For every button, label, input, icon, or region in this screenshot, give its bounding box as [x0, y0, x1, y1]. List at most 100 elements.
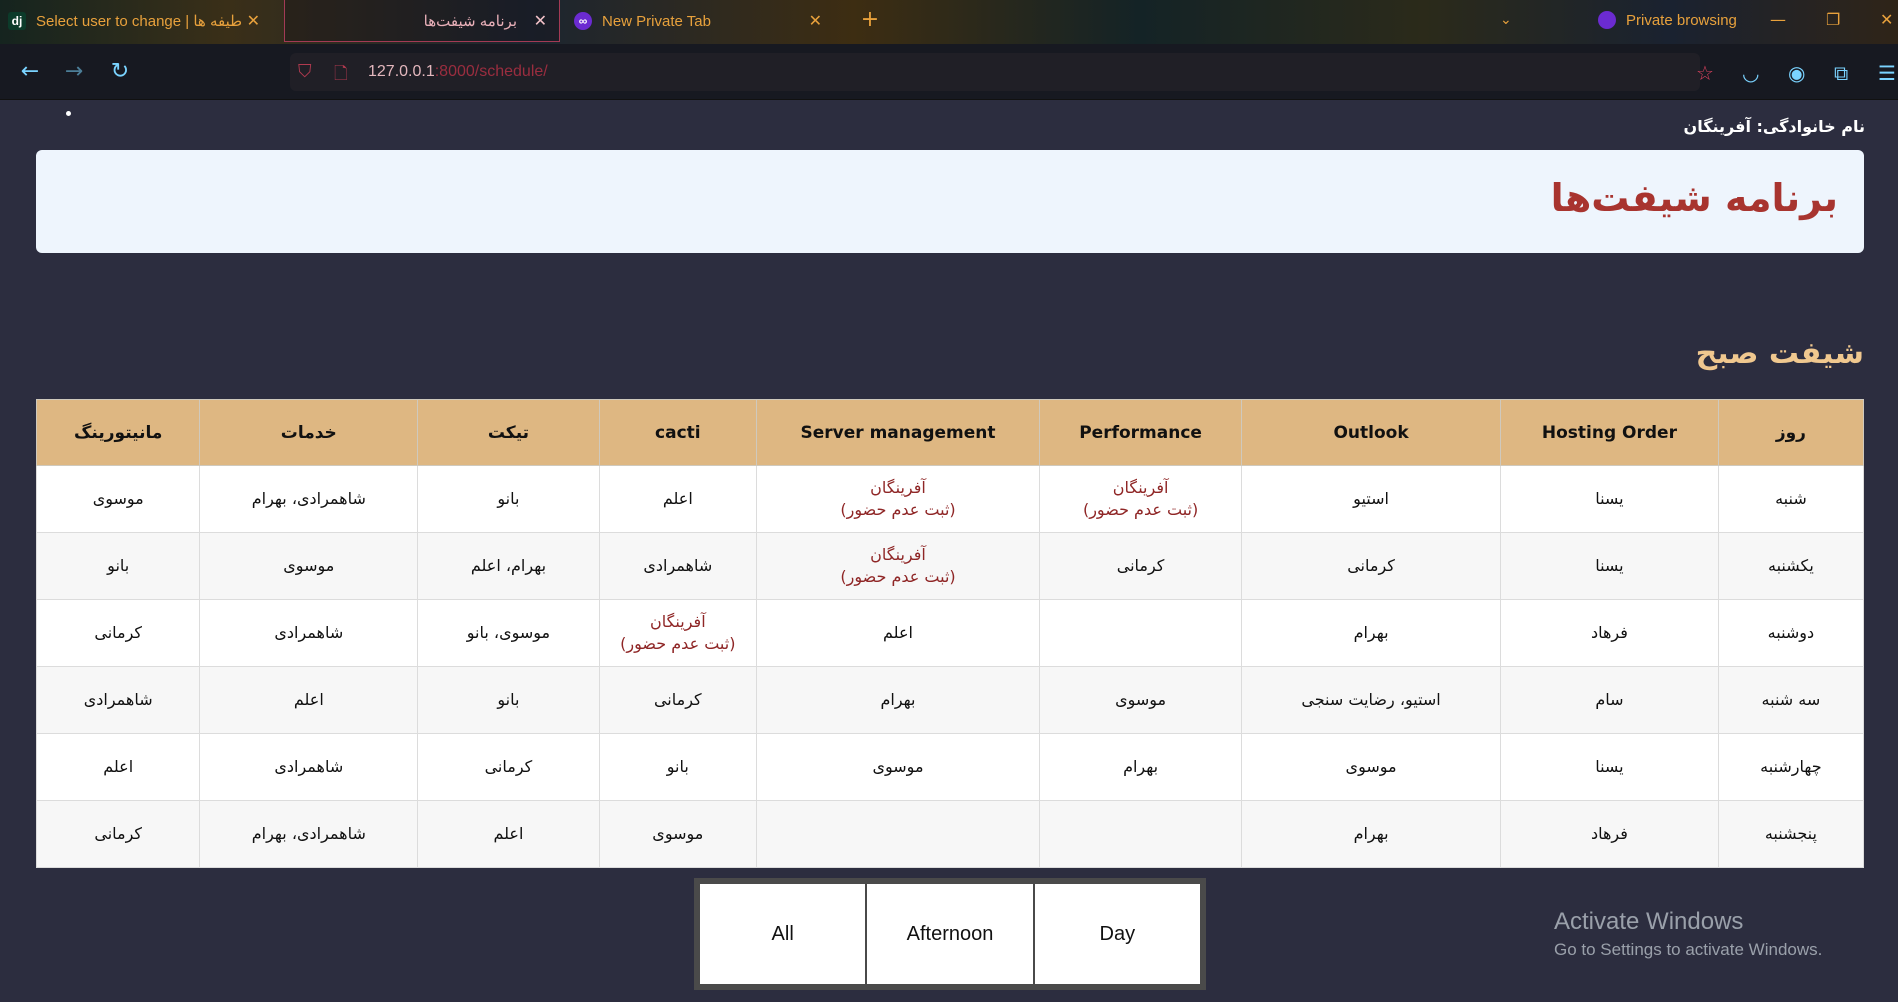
filter-afternoon-button[interactable]: Afternoon — [867, 884, 1033, 984]
table-cell: فرهاد — [1500, 599, 1719, 667]
cell-name: موسوی، بانو — [466, 623, 551, 642]
column-header: cacti — [598, 399, 757, 466]
column-header: خدمات — [199, 399, 419, 466]
table-cell: یسنا — [1500, 465, 1719, 533]
cell-name: کرمانی — [1116, 556, 1165, 575]
windows-activation-watermark: Activate Windows Go to Settings to activ… — [1554, 908, 1822, 960]
cell-name: یکشنبه — [1768, 556, 1814, 575]
cell-name: آفرینگان — [1112, 478, 1169, 497]
table-cell: آفرینگان (ثبت عدم حضور) — [755, 465, 1041, 533]
table-cell — [1039, 800, 1243, 868]
url-text[interactable]: 127.0.0.1:8000/schedule/ — [368, 63, 548, 81]
column-header: Performance — [1039, 399, 1243, 466]
reload-icon[interactable]: ↻ — [108, 60, 132, 84]
cell-name: بانو — [107, 556, 130, 575]
tab-label: برنامه شیفت‌ها — [423, 12, 517, 30]
cell-name: کرمانی — [653, 690, 702, 709]
table-row: چهارشنبه یسنا موسوی بهرام موسوی بانو کرمانی شاه… — [35, 733, 1865, 801]
absence-note: (ثبت عدم حضور) — [840, 500, 956, 519]
tab-schedule-active[interactable]: برنامه شیفت‌ها ✕ — [284, 0, 560, 42]
list-tabs-chevron-icon[interactable]: ⌄ — [1500, 12, 1512, 28]
menu-icon[interactable]: ☰ — [1878, 61, 1896, 85]
close-tab-icon[interactable]: ✕ — [809, 11, 822, 31]
tab-bar: dj Select user to change | طیفه ها ✕ برن… — [0, 0, 1898, 44]
close-window-icon[interactable]: ✕ — [1880, 10, 1893, 29]
restore-icon[interactable]: ❐ — [1826, 10, 1840, 29]
back-arrow-icon[interactable]: ← — [18, 60, 42, 84]
cell-name: سه شنبه — [1761, 690, 1821, 709]
cell-name: موسوی — [1345, 757, 1397, 776]
cell-name: اعلم — [662, 489, 693, 508]
cell-name: بهرام — [1353, 623, 1389, 642]
cell-name: استیو، رضایت سنجی — [1301, 690, 1441, 709]
cell-name: یسنا — [1595, 489, 1624, 508]
table-cell: چهارشنبه — [1717, 733, 1865, 801]
table-cell: کرمانی — [598, 666, 757, 734]
table-cell: موسوی، بانو — [417, 599, 600, 667]
table-cell: بهرام — [1241, 599, 1502, 667]
cell-name: شاهمرادی — [274, 623, 344, 642]
table-row: پنجشنبه فرهاد بهرام موسوی اعلم شاهمرادی، بهرا… — [35, 800, 1865, 868]
new-tab-button[interactable]: + — [858, 9, 882, 33]
table-cell: شاهمرادی — [199, 733, 419, 801]
table-cell: شاهمرادی — [598, 532, 757, 600]
column-header: Server management — [755, 399, 1041, 466]
cell-name: شنبه — [1775, 489, 1807, 508]
page-info-icon[interactable]: 🗋 — [334, 61, 348, 90]
table-cell: بهرام — [755, 666, 1041, 734]
cell-name: یسنا — [1595, 556, 1624, 575]
private-browsing-indicator: Private browsing — [1598, 11, 1737, 29]
pocket-icon[interactable]: ◡ — [1742, 61, 1759, 85]
filter-all-button[interactable]: All — [700, 884, 866, 984]
tab-new-private[interactable]: ∞ New Private Tab ✕ — [574, 0, 834, 42]
cell-name: کرمانی — [94, 824, 143, 843]
tab-label: New Private Tab — [602, 12, 711, 30]
absence-note: (ثبت عدم حضور) — [620, 634, 736, 653]
forward-arrow-icon[interactable]: → — [62, 60, 86, 84]
cell-name: شاهمرادی — [83, 690, 153, 709]
table-cell: استیو، رضایت سنجی — [1241, 666, 1502, 734]
table-cell: بهرام — [1241, 800, 1502, 868]
cell-name: شاهمرادی، بهرام — [251, 824, 366, 843]
cell-name: دوشنبه — [1767, 623, 1815, 642]
table-cell: بانو — [417, 465, 600, 533]
tab-django-admin[interactable]: dj Select user to change | طیفه ها ✕ — [8, 0, 272, 42]
table-cell — [1039, 599, 1243, 667]
private-mask-icon — [1598, 11, 1616, 29]
table-cell: اعلم — [755, 599, 1041, 667]
minimize-icon[interactable]: — — [1770, 10, 1786, 29]
cell-name: سام — [1595, 690, 1624, 709]
table-cell: بانو — [417, 666, 600, 734]
table-cell: موسوی — [199, 532, 419, 600]
table-cell: اعلم — [598, 465, 757, 533]
table-header-row: روز Hosting Order Outlook Performance Server… — [35, 399, 1865, 466]
account-icon[interactable]: ◉ — [1788, 61, 1805, 85]
table-cell: کرمانی — [35, 800, 201, 868]
table-cell: کرمانی — [417, 733, 600, 801]
filter-day-button[interactable]: Day — [1034, 884, 1200, 984]
close-tab-icon[interactable]: ✕ — [247, 11, 260, 31]
table-row: شنبه یسنا استیو آفرینگان (ثبت عدم حضور) آفرین… — [35, 465, 1865, 533]
table-cell: یسنا — [1500, 733, 1719, 801]
close-tab-icon[interactable]: ✕ — [534, 11, 547, 31]
cell-name: پنجشنبه — [1764, 824, 1817, 843]
cell-name: بهرام، اعلم — [470, 556, 547, 575]
cell-name: کرمانی — [484, 757, 533, 776]
table-cell: کرمانی — [1241, 532, 1502, 600]
cell-name: موسوی — [283, 556, 335, 575]
cell-name: بهرام — [880, 690, 916, 709]
table-cell: کرمانی — [1039, 532, 1243, 600]
shield-icon[interactable]: ⛉ — [298, 61, 320, 83]
watermark-title: Activate Windows — [1554, 908, 1744, 935]
private-browsing-label: Private browsing — [1626, 11, 1737, 29]
table-cell: پنجشنبه — [1717, 800, 1865, 868]
cell-name: آفرینگان — [870, 545, 926, 564]
table-cell — [755, 800, 1041, 868]
bookmark-star-icon[interactable]: ☆ — [1696, 61, 1714, 85]
column-header: روز — [1717, 399, 1865, 466]
cell-name: بانو — [666, 757, 689, 776]
cell-name: فرهاد — [1590, 623, 1628, 642]
table-cell: دوشنبه — [1717, 599, 1865, 667]
shift-section-title: شیفت صبح — [1695, 336, 1864, 371]
extensions-icon[interactable]: ⧉ — [1834, 61, 1848, 85]
